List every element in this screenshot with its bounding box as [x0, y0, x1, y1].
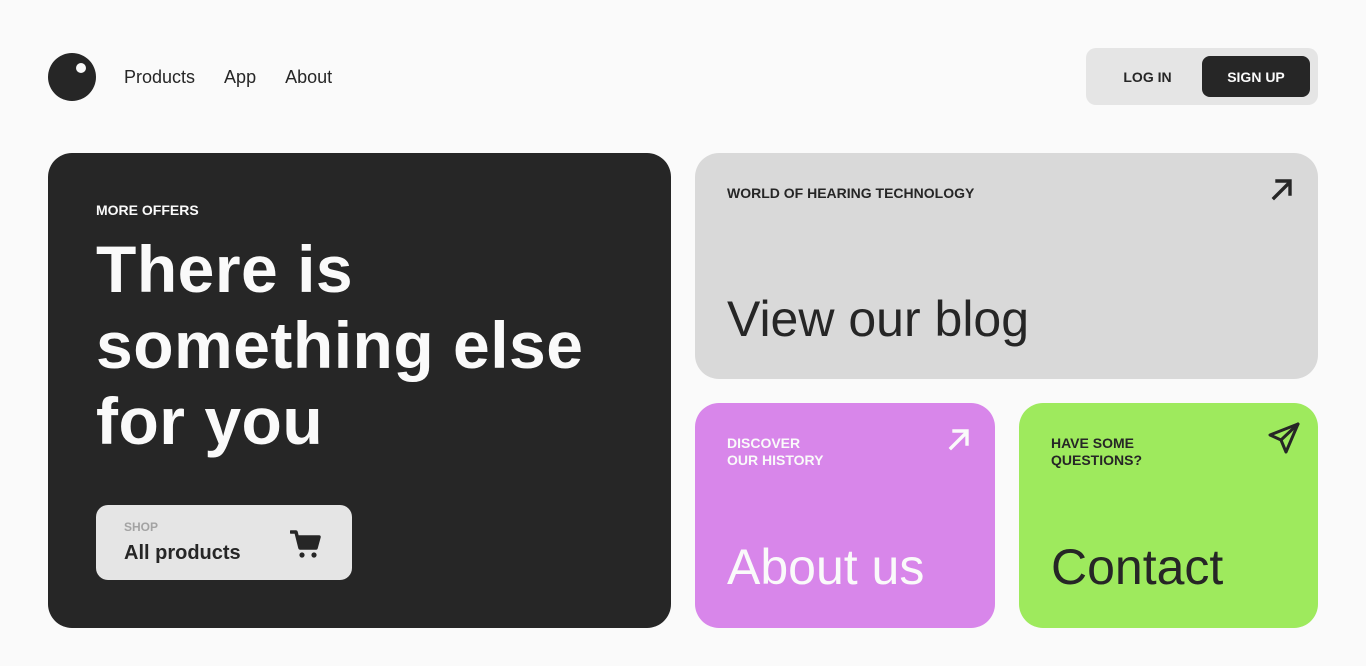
cart-icon: [290, 530, 321, 558]
about-eyebrow-line2: OUR HISTORY: [727, 452, 824, 468]
contact-title: Contact: [1051, 539, 1224, 595]
about-card[interactable]: DISCOVER OUR HISTORY About us: [695, 403, 995, 628]
login-button[interactable]: LOG IN: [1094, 56, 1201, 97]
blog-eyebrow: WORLD OF HEARING TECHNOLOGY: [727, 185, 975, 201]
blog-card[interactable]: WORLD OF HEARING TECHNOLOGY View our blo…: [695, 153, 1318, 379]
contact-eyebrow: HAVE SOME QUESTIONS?: [1051, 435, 1142, 469]
hero-card: MORE OFFERS There is something else for …: [48, 153, 671, 628]
nav-item-about[interactable]: About: [285, 66, 332, 88]
contact-eyebrow-line1: HAVE SOME: [1051, 435, 1134, 451]
arrow-up-right-icon: [1271, 179, 1292, 201]
auth-group: LOG IN SIGN UP: [1086, 48, 1318, 105]
brand-logo[interactable]: [48, 53, 96, 101]
paper-plane-icon: [1268, 422, 1300, 454]
signup-button[interactable]: SIGN UP: [1202, 56, 1310, 97]
main-nav: Products App About: [124, 66, 332, 88]
about-eyebrow-line1: DISCOVER: [727, 435, 801, 451]
page: Products App About LOG IN SIGN UP MORE O…: [0, 0, 1366, 666]
shop-label: All products: [124, 542, 241, 564]
contact-eyebrow-line2: QUESTIONS?: [1051, 452, 1143, 468]
nav-item-app[interactable]: App: [224, 66, 256, 88]
about-title: About us: [727, 539, 925, 595]
shop-all-products-button[interactable]: SHOP All products: [96, 505, 352, 580]
hero-title: There is something else for you: [96, 232, 584, 458]
shop-caption: SHOP: [124, 520, 159, 534]
arrow-up-right-icon: [948, 429, 969, 451]
contact-card[interactable]: HAVE SOME QUESTIONS? Contact: [1019, 403, 1318, 628]
about-eyebrow: DISCOVER OUR HISTORY: [727, 435, 823, 469]
blog-title: View our blog: [727, 291, 1030, 347]
nav-item-products[interactable]: Products: [124, 66, 195, 88]
hero-eyebrow: MORE OFFERS: [96, 202, 199, 218]
logo-dot: [76, 63, 86, 73]
